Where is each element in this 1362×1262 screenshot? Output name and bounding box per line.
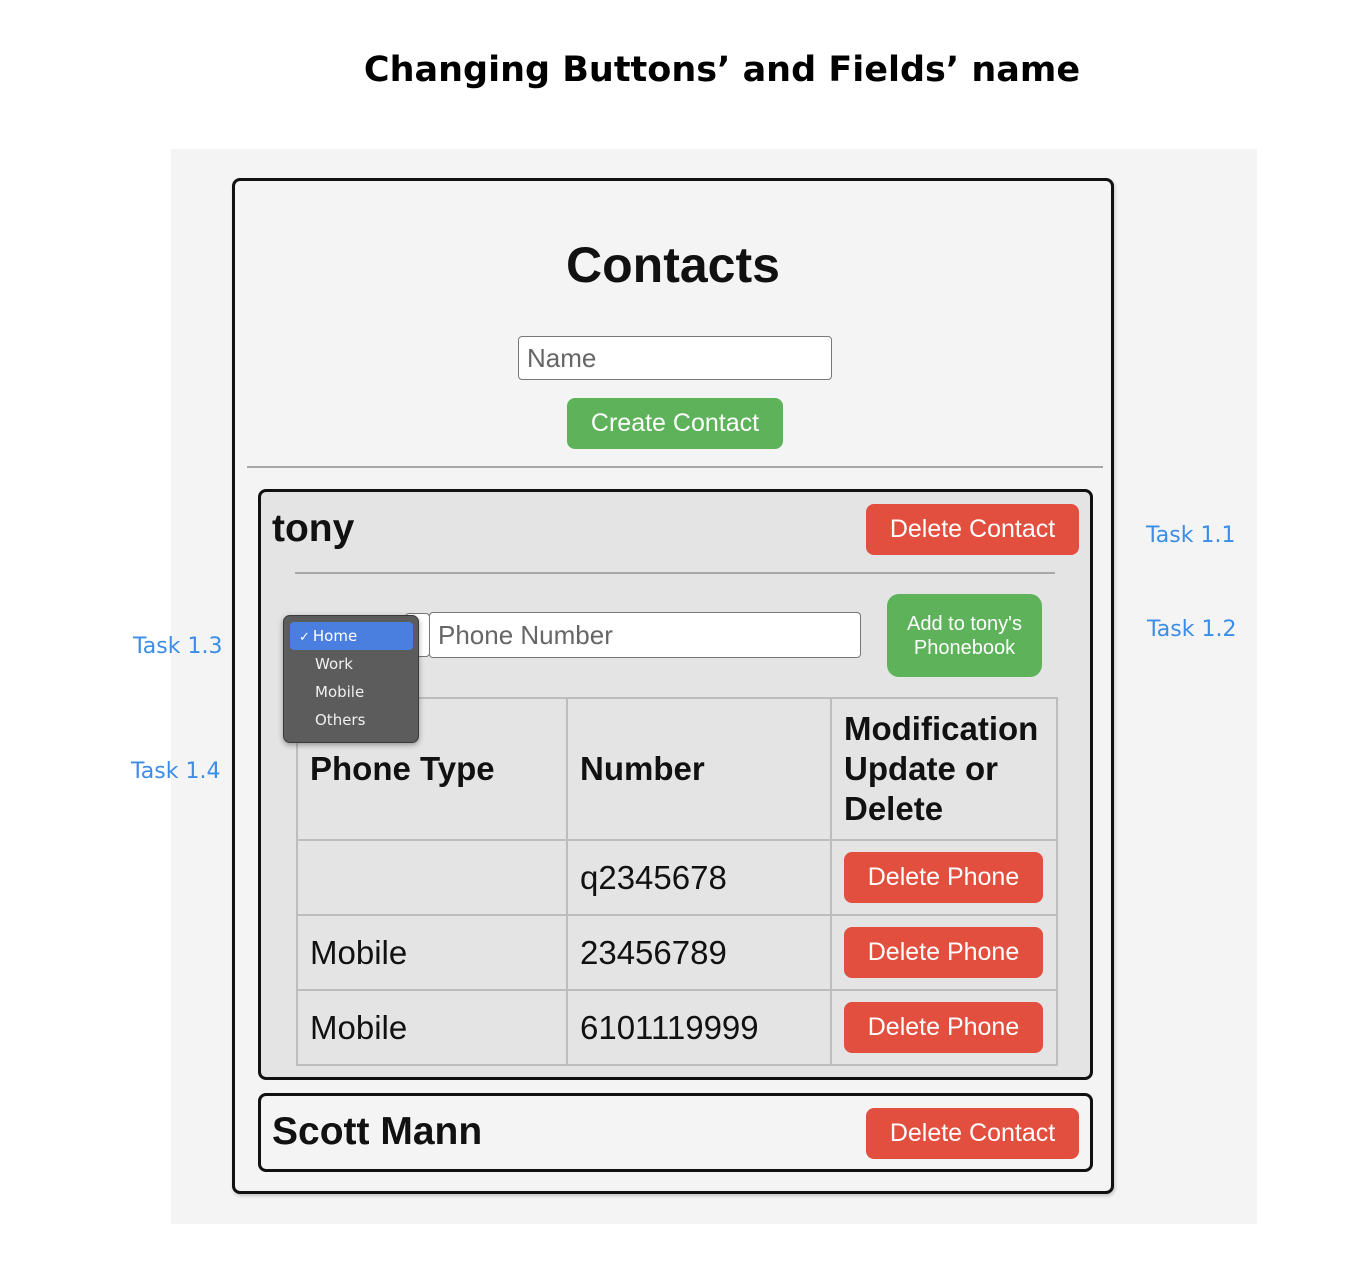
table-row: q2345678 Delete Phone: [296, 839, 1058, 916]
phone-number-input[interactable]: [429, 612, 861, 658]
action-cell: Delete Phone: [830, 914, 1058, 991]
divider: [295, 572, 1055, 574]
column-header-modification: Modification Update or Delete: [830, 697, 1058, 841]
table-row: Mobile 23456789 Delete Phone: [296, 914, 1058, 991]
table-row: Mobile 6101119999 Delete Phone: [296, 989, 1058, 1066]
action-cell: Delete Phone: [830, 989, 1058, 1066]
add-phone-button[interactable]: Add to tony's Phonebook: [887, 594, 1042, 677]
phone-type-cell: Mobile: [296, 989, 568, 1066]
dropdown-option-others[interactable]: Others: [290, 706, 413, 734]
delete-phone-button[interactable]: Delete Phone: [844, 1002, 1043, 1053]
task-label-1-1: Task 1.1: [1146, 523, 1236, 548]
column-header-number: Number: [566, 697, 832, 841]
contact-name: Scott Mann: [272, 1110, 483, 1153]
task-label-1-4: Task 1.4: [131, 759, 221, 784]
option-label: Home: [312, 627, 358, 645]
name-input[interactable]: [518, 336, 832, 380]
phone-type-cell: [296, 839, 568, 916]
delete-contact-button[interactable]: Delete Contact: [866, 504, 1079, 555]
phone-type-cell: Mobile: [296, 914, 568, 991]
app-title: Contacts: [566, 237, 780, 293]
page-heading: Changing Buttons’ and Fields’ name: [363, 50, 1081, 90]
option-label: Work: [315, 655, 353, 673]
divider: [247, 466, 1103, 468]
delete-phone-button[interactable]: Delete Phone: [844, 852, 1043, 903]
action-cell: Delete Phone: [830, 839, 1058, 916]
option-label: Others: [315, 711, 366, 729]
phone-number-cell: 6101119999: [566, 989, 832, 1066]
task-label-1-2: Task 1.2: [1147, 617, 1237, 642]
phone-number-cell: q2345678: [566, 839, 832, 916]
check-icon: ✓: [299, 630, 310, 645]
dropdown-option-home[interactable]: ✓ Home: [290, 622, 413, 650]
dropdown-option-mobile[interactable]: Mobile: [290, 678, 413, 706]
contact-name: tony: [272, 507, 355, 550]
delete-contact-button[interactable]: Delete Contact: [866, 1108, 1079, 1159]
create-contact-button[interactable]: Create Contact: [567, 398, 783, 449]
phone-number-cell: 23456789: [566, 914, 832, 991]
phone-type-dropdown-menu: ✓ Home Work Mobile Others: [283, 615, 419, 743]
dropdown-option-work[interactable]: Work: [290, 650, 413, 678]
phone-table: Phone Type Number Modification Update or…: [296, 697, 1058, 1066]
phone-table-wrapper: Phone Type Number Modification Update or…: [296, 697, 1058, 1066]
task-label-1-3: Task 1.3: [133, 634, 223, 659]
delete-phone-button[interactable]: Delete Phone: [844, 927, 1043, 978]
option-label: Mobile: [315, 683, 365, 701]
